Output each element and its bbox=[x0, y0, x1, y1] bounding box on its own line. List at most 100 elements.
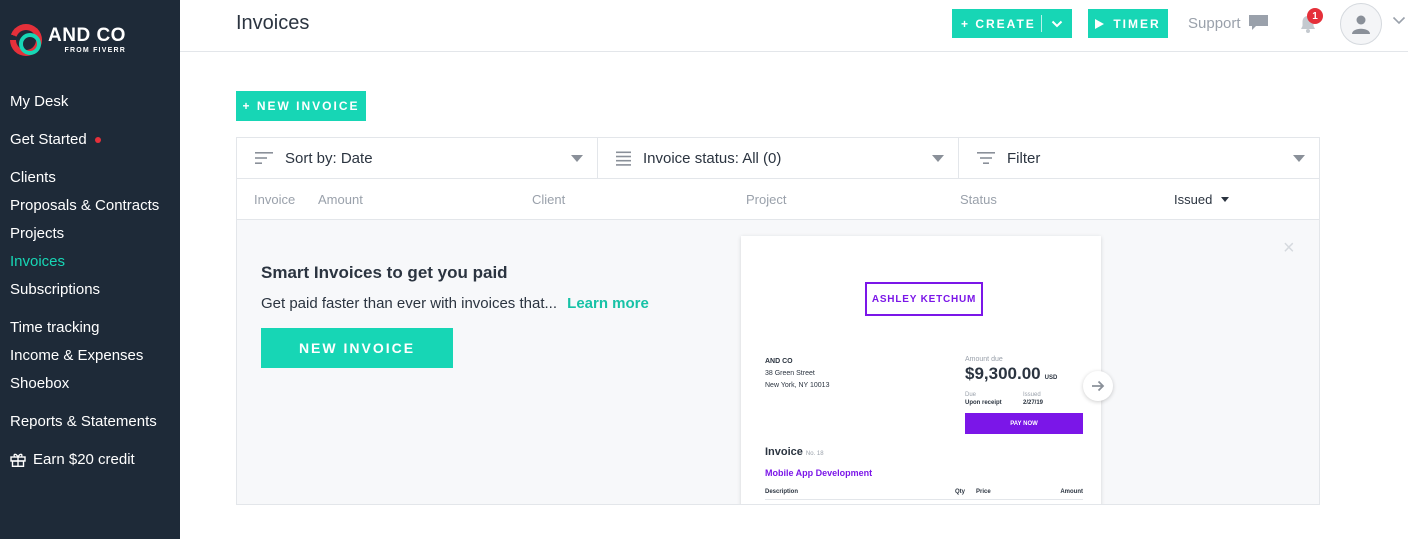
sort-desc-icon bbox=[1221, 197, 1230, 202]
logo-subtitle: FROM FIVERR bbox=[64, 47, 126, 54]
create-dropdown-toggle[interactable] bbox=[1042, 20, 1072, 28]
page-title: Invoices bbox=[236, 12, 310, 34]
filter-dropdown[interactable]: Filter bbox=[959, 138, 1319, 178]
notification-dot bbox=[94, 136, 101, 143]
preview-due-value: Upon receipt bbox=[965, 400, 1002, 406]
column-header-project[interactable]: Project bbox=[746, 192, 786, 207]
table-toolbar: Sort by: Date Invoice status: All (0) Fi… bbox=[237, 138, 1319, 179]
sidebar-item-label: Subscriptions bbox=[10, 281, 101, 298]
invoice-preview: ASHLEY KETCHUM AND CO 38 Green Street Ne… bbox=[741, 236, 1101, 504]
gift-icon bbox=[10, 453, 26, 467]
sidebar-item-get-started[interactable]: Get Started bbox=[10, 131, 101, 148]
column-header-client[interactable]: Client bbox=[532, 192, 565, 207]
create-button-label[interactable]: + CREATE bbox=[952, 17, 1041, 31]
divider bbox=[765, 499, 1083, 500]
timer-button-label: TIMER bbox=[1113, 16, 1161, 31]
preview-pay-now-button: PAY NOW bbox=[965, 413, 1083, 434]
column-header-amount[interactable]: Amount bbox=[318, 192, 363, 207]
sidebar-item-clients[interactable]: Clients bbox=[10, 169, 56, 186]
play-icon bbox=[1095, 18, 1105, 29]
chat-bubble-icon bbox=[1248, 15, 1268, 30]
close-icon[interactable]: × bbox=[1283, 238, 1295, 258]
sidebar-item-proposals-contracts[interactable]: Proposals & Contracts bbox=[10, 197, 159, 214]
sidebar-item-reports-statements[interactable]: Reports & Statements bbox=[10, 413, 157, 430]
preview-col-price: Price bbox=[976, 489, 991, 495]
sidebar-item-projects[interactable]: Projects bbox=[10, 225, 64, 242]
promo-title: Smart Invoices to get you paid bbox=[261, 263, 508, 282]
sidebar-item-label: Shoebox bbox=[10, 375, 70, 392]
preview-col-description: Description bbox=[765, 489, 799, 495]
invoice-status-label: Invoice status: All (0) bbox=[643, 149, 782, 167]
sidebar: AND CO FROM FIVERR My Desk Get Started C… bbox=[0, 0, 180, 539]
caret-down-icon bbox=[1293, 155, 1305, 162]
preview-issued-label: Issued bbox=[1023, 392, 1041, 398]
sidebar-item-label: Get Started bbox=[10, 131, 87, 148]
column-header-label: Issued bbox=[1174, 192, 1213, 207]
sidebar-item-label: Projects bbox=[10, 225, 65, 242]
create-button[interactable]: + CREATE bbox=[952, 9, 1072, 38]
list-icon bbox=[616, 151, 631, 166]
preview-next-button[interactable] bbox=[1083, 371, 1113, 401]
preview-from-name: AND CO bbox=[765, 358, 793, 365]
sidebar-item-label: Income & Expenses bbox=[10, 347, 144, 364]
preview-due-label: Due bbox=[965, 392, 977, 398]
preview-due: Due Upon receipt bbox=[965, 391, 1002, 407]
sidebar-item-earn-credit[interactable]: Earn $20 credit bbox=[10, 451, 135, 468]
preview-from-address: AND CO 38 Green Street New York, NY 1001… bbox=[765, 356, 829, 392]
notification-badge: 1 bbox=[1307, 8, 1323, 24]
preview-from-street: 38 Green Street bbox=[765, 370, 815, 377]
preview-project: Mobile App Development bbox=[765, 468, 873, 478]
preview-invoice-label: Invoice bbox=[765, 446, 803, 458]
sidebar-item-label: My Desk bbox=[10, 93, 69, 110]
preview-currency: USD bbox=[1044, 375, 1058, 381]
column-header-status[interactable]: Status bbox=[960, 192, 997, 207]
learn-more-link[interactable]: Learn more bbox=[567, 295, 649, 312]
new-invoice-button[interactable]: + NEW INVOICE bbox=[236, 91, 366, 121]
caret-down-icon bbox=[932, 155, 944, 162]
invoice-status-dropdown[interactable]: Invoice status: All (0) bbox=[598, 138, 959, 178]
logo[interactable]: AND CO FROM FIVERR bbox=[10, 24, 126, 56]
sidebar-item-label: Proposals & Contracts bbox=[10, 197, 160, 214]
user-icon bbox=[1352, 15, 1370, 34]
sidebar-item-my-desk[interactable]: My Desk bbox=[10, 93, 68, 110]
sidebar-item-invoices[interactable]: Invoices bbox=[10, 253, 65, 270]
sort-label: Sort by: Date bbox=[285, 149, 373, 167]
promo-new-invoice-button[interactable]: NEW INVOICE bbox=[261, 328, 453, 368]
chevron-down-icon bbox=[1051, 20, 1063, 27]
support-link[interactable]: Support bbox=[1188, 14, 1269, 32]
chevron-down-icon[interactable] bbox=[1392, 16, 1406, 25]
promo-text: Get paid faster than ever with invoices … bbox=[261, 295, 649, 312]
sidebar-item-subscriptions[interactable]: Subscriptions bbox=[10, 281, 100, 298]
sort-icon bbox=[255, 152, 273, 164]
column-header-issued[interactable]: Issued bbox=[1174, 192, 1230, 207]
sidebar-item-label: Clients bbox=[10, 169, 56, 186]
top-bar: Invoices + CREATE TIMER Support 1 bbox=[180, 0, 1408, 52]
sidebar-item-shoebox[interactable]: Shoebox bbox=[10, 375, 69, 392]
invoice-table: Sort by: Date Invoice status: All (0) Fi… bbox=[236, 137, 1320, 505]
column-header-invoice[interactable]: Invoice bbox=[254, 192, 295, 207]
sidebar-item-label: Invoices bbox=[10, 253, 66, 270]
avatar[interactable] bbox=[1340, 3, 1382, 45]
preview-amount-label: Amount due bbox=[965, 356, 1003, 363]
preview-brand: ASHLEY KETCHUM bbox=[865, 282, 983, 316]
sidebar-item-label: Reports & Statements bbox=[10, 413, 157, 430]
support-label: Support bbox=[1188, 14, 1241, 32]
arrow-right-icon bbox=[1092, 380, 1105, 392]
promo-description: Get paid faster than ever with invoices … bbox=[261, 295, 557, 312]
preview-invoice-number: No. 18 bbox=[805, 451, 824, 457]
sidebar-item-label: Time tracking bbox=[10, 319, 100, 336]
sort-dropdown[interactable]: Sort by: Date bbox=[237, 138, 598, 178]
preview-issued-value: 2/27/19 bbox=[1023, 400, 1044, 406]
caret-down-icon bbox=[571, 155, 583, 162]
filter-label: Filter bbox=[1007, 149, 1041, 167]
preview-issued: Issued 2/27/19 bbox=[1023, 391, 1043, 407]
preview-amount: $9,300.00 USD bbox=[965, 364, 1057, 384]
filter-icon bbox=[977, 152, 995, 164]
sidebar-item-label: Earn $20 credit bbox=[33, 451, 135, 468]
preview-col-qty: Qty bbox=[955, 489, 966, 495]
sidebar-item-income-expenses[interactable]: Income & Expenses bbox=[10, 347, 143, 364]
sidebar-item-time-tracking[interactable]: Time tracking bbox=[10, 319, 99, 336]
timer-button[interactable]: TIMER bbox=[1088, 9, 1168, 38]
logo-title: AND CO bbox=[48, 25, 126, 46]
preview-invoice-heading: Invoice No. 18 bbox=[765, 446, 824, 458]
